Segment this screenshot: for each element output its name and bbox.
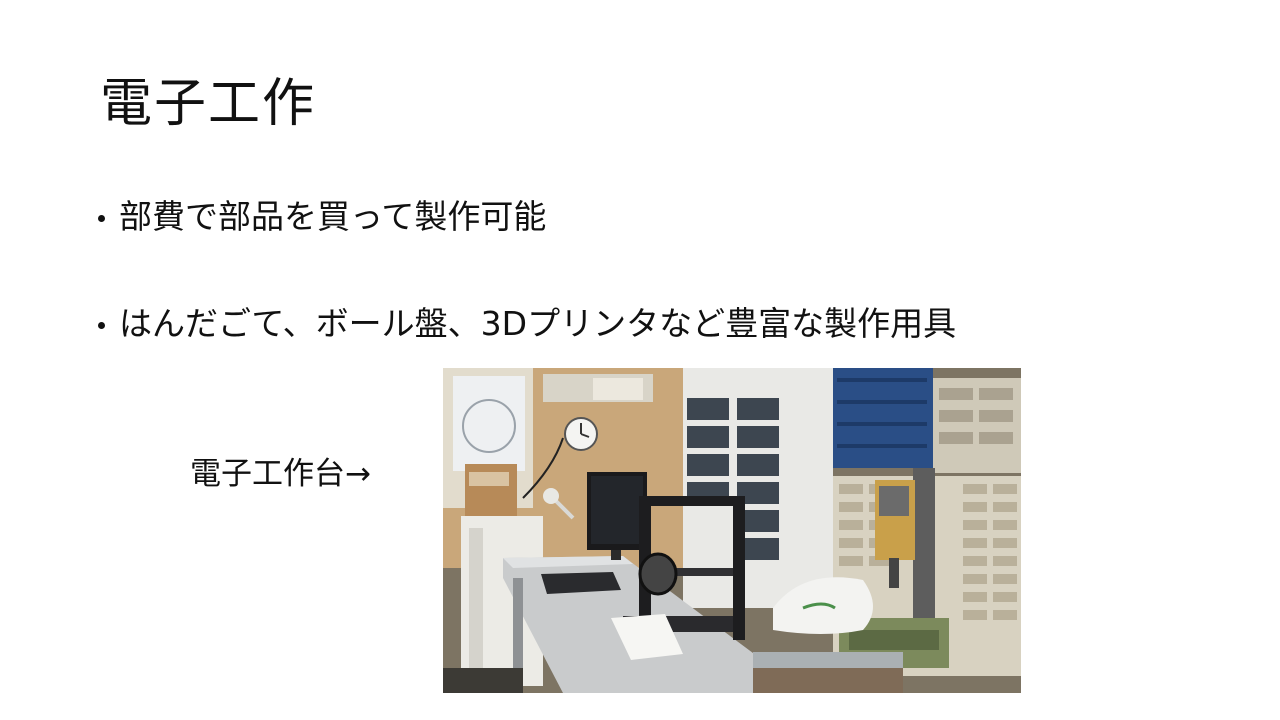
- bullet-dot-icon: [98, 214, 105, 222]
- bullet-item-1: 部費で部品を買って製作可能: [98, 197, 546, 237]
- slide: 電子工作 部費で部品を買って製作可能 はんだごて、ボール盤、3Dプリンタなど豊富…: [0, 0, 1280, 720]
- bullet-item-2: はんだごて、ボール盤、3Dプリンタなど豊富な製作用具: [98, 304, 956, 344]
- bullet-text-1: 部費で部品を買って製作可能: [119, 197, 547, 236]
- slide-title: 電子工作: [100, 74, 317, 134]
- bullet-dot-icon: [98, 321, 105, 329]
- workbench-photo: [443, 368, 1021, 693]
- bullet-text-2: はんだごて、ボール盤、3Dプリンタなど豊富な製作用具: [119, 304, 957, 343]
- photo-caption: 電子工作台→: [190, 456, 371, 492]
